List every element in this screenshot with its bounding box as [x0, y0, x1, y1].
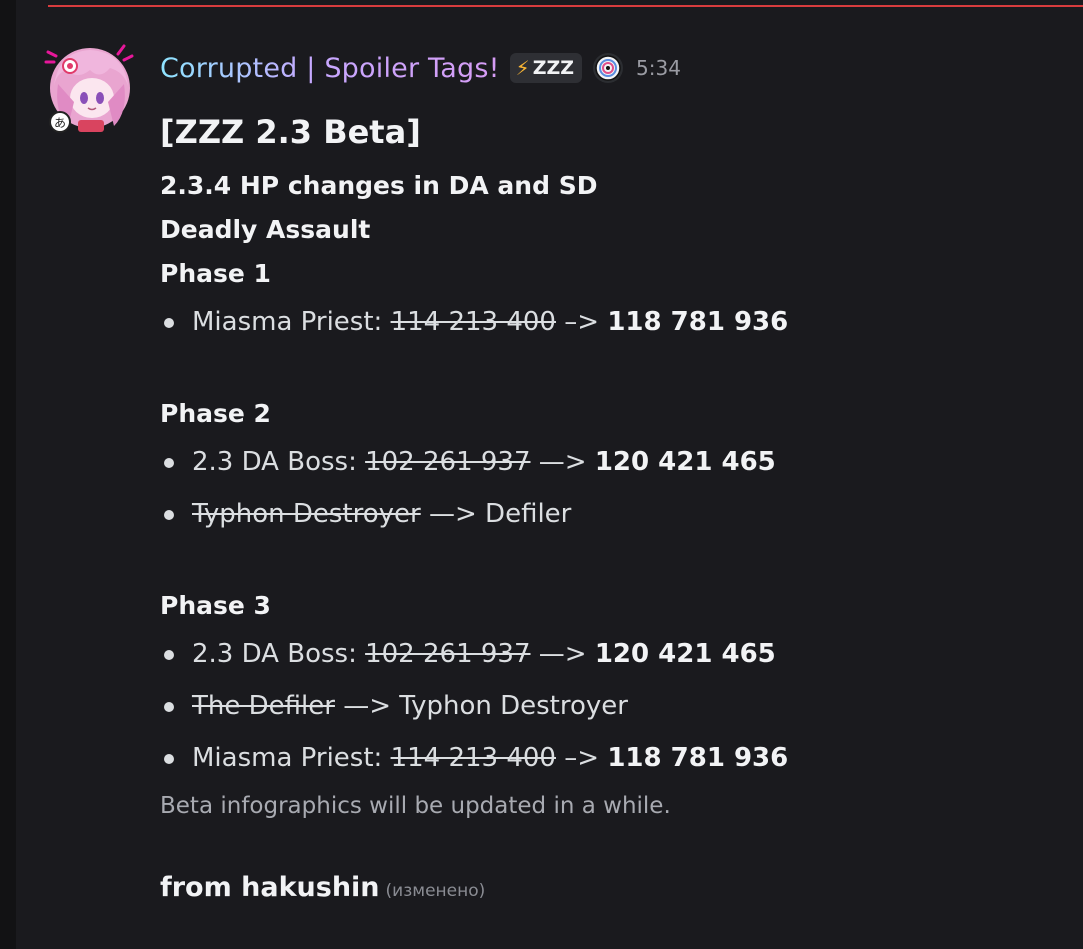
arrow: —> — [530, 639, 595, 669]
svg-text:あ: あ — [54, 116, 66, 130]
phase-heading: Phase 1 — [160, 259, 271, 288]
avatar[interactable]: あ — [44, 42, 136, 134]
message-title: [ZZZ 2.3 Beta] — [160, 113, 421, 151]
old-value: 102 261 937 — [365, 639, 531, 669]
source-line: from hakushin (изменено) — [160, 866, 1060, 913]
new-value: 118 781 936 — [607, 307, 789, 337]
new-value: 120 421 465 — [594, 447, 776, 477]
list-item: Miasma Priest: 114 213 400 –> 118 781 93… — [160, 296, 1060, 348]
arrow: —> — [420, 499, 486, 529]
author-name[interactable]: Corrupted | Spoiler Tags! — [160, 53, 500, 84]
new-value: 120 421 465 — [594, 639, 776, 669]
new-value: 118 781 936 — [607, 743, 789, 773]
guild-tag-label: ZZZ — [532, 57, 575, 79]
old-value: 102 261 937 — [365, 447, 531, 477]
list-item: Miasma Priest: 114 213 400 –> 118 781 93… — [160, 732, 1060, 784]
phase-list: 2.3 DA Boss: 102 261 937 —> 120 421 465 … — [160, 436, 1060, 540]
server-badge-icon[interactable] — [593, 53, 624, 83]
list-item: 2.3 DA Boss: 102 261 937 —> 120 421 465 — [160, 436, 1060, 488]
section-heading: Deadly Assault — [160, 215, 371, 244]
source-credit: from hakushin — [160, 872, 380, 903]
item-prefix: 2.3 DA Boss: — [192, 447, 366, 477]
message-timestamp[interactable]: 5:34 — [636, 56, 681, 80]
item-prefix: 2.3 DA Boss: — [192, 639, 366, 669]
item-prefix: Miasma Priest: — [192, 307, 391, 337]
new-value: Defiler — [485, 499, 572, 529]
guild-tag[interactable]: ⚡ ZZZ — [509, 53, 583, 83]
phase-list: 2.3 DA Boss: 102 261 937 —> 120 421 465 … — [160, 628, 1060, 784]
phase-heading: Phase 3 — [160, 591, 271, 620]
new-value: Typhon Destroyer — [399, 691, 628, 721]
old-value: Typhon Destroyer — [192, 499, 421, 529]
message-header: Corrupted | Spoiler Tags! ⚡ ZZZ 5:34 — [160, 48, 681, 88]
message-content: [ZZZ 2.3 Beta] 2.3.4 HP changes in DA an… — [160, 108, 1060, 913]
new-messages-divider — [48, 5, 1083, 7]
list-item: 2.3 DA Boss: 102 261 937 —> 120 421 465 — [160, 628, 1060, 680]
old-value: 114 213 400 — [390, 307, 556, 337]
message-subtitle: 2.3.4 HP changes in DA and SD — [160, 171, 598, 200]
channel-gutter — [0, 0, 16, 949]
edited-label[interactable]: (изменено) — [386, 881, 486, 901]
arrow: —> — [530, 447, 595, 477]
list-item: Typhon Destroyer —> Defiler — [160, 488, 1060, 540]
old-value: The Defiler — [192, 691, 335, 721]
arrow: –> — [555, 307, 608, 337]
lightning-bolt-icon: ⚡ — [515, 56, 530, 80]
item-prefix: Miasma Priest: — [192, 743, 391, 773]
list-item: The Defiler —> Typhon Destroyer — [160, 680, 1060, 732]
phase-list: Miasma Priest: 114 213 400 –> 118 781 93… — [160, 296, 1060, 348]
footnote: Beta infographics will be updated in a w… — [160, 793, 671, 819]
arrow: –> — [555, 743, 608, 773]
phase-heading: Phase 2 — [160, 399, 271, 428]
arrow: —> — [334, 691, 400, 721]
old-value: 114 213 400 — [390, 743, 556, 773]
